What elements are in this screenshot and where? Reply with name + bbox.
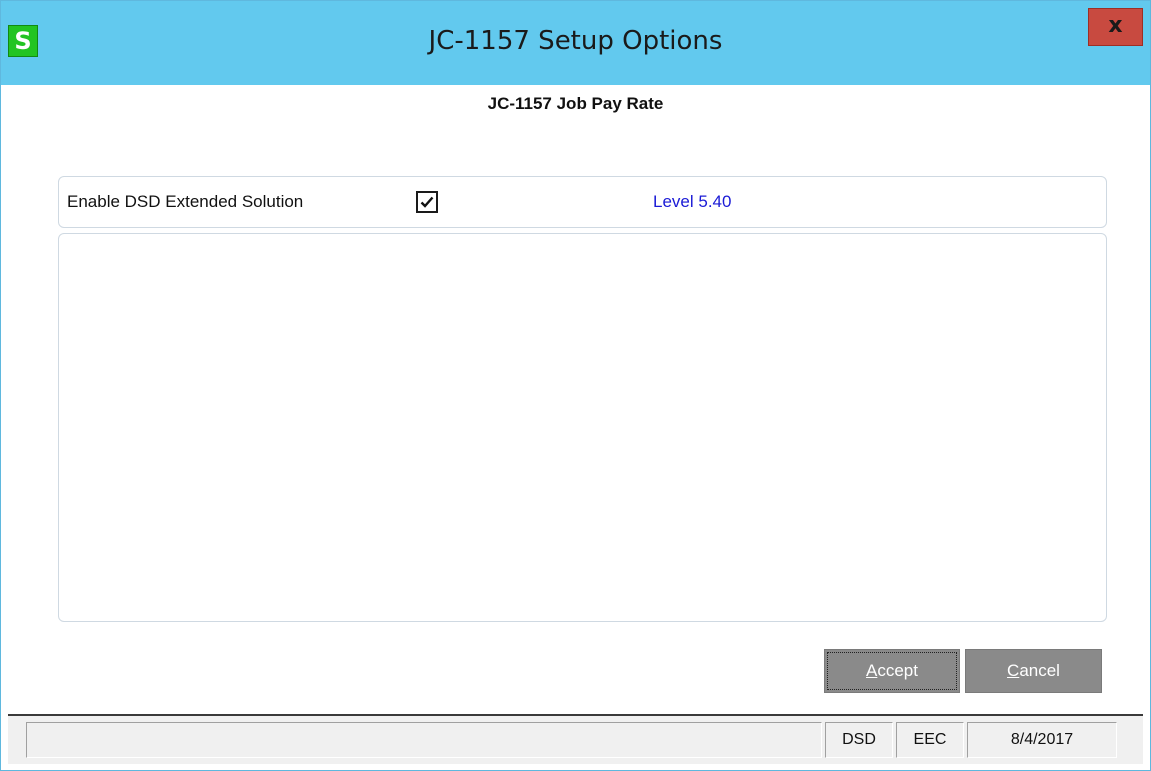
status-date: 8/4/2017 (967, 722, 1117, 758)
enable-extended-solution-label: Enable DSD Extended Solution (67, 192, 304, 211)
close-button[interactable]: x (1088, 8, 1143, 46)
title-bar[interactable]: S JC-1157 Setup Options x (1, 1, 1150, 85)
setup-options-window: S JC-1157 Setup Options x JC-1157 Job Pa… (0, 0, 1151, 771)
checkmark-icon (420, 196, 434, 208)
status-bar: DSD EEC 8/4/2017 (8, 714, 1143, 764)
options-panel (58, 233, 1107, 622)
dialog-body: JC-1157 Job Pay Rate Enable DSD Extended… (8, 85, 1143, 764)
accept-label: ccept (877, 661, 918, 680)
cancel-mnemonic: C (1007, 661, 1020, 680)
status-user: EEC (896, 722, 964, 758)
window-title: JC-1157 Setup Options (428, 26, 723, 56)
enable-panel: Enable DSD Extended Solution Level 5.40 (58, 176, 1107, 228)
status-message (26, 722, 822, 758)
status-company: DSD (825, 722, 893, 758)
cancel-button[interactable]: Cancel (965, 649, 1102, 693)
close-icon: x (1108, 13, 1123, 38)
level-text: Level 5.40 (653, 192, 732, 211)
enable-extended-solution-checkbox[interactable] (416, 191, 438, 213)
page-title: JC-1157 Job Pay Rate (487, 94, 664, 113)
accept-button[interactable]: Accept (824, 649, 960, 693)
accept-mnemonic: A (866, 661, 878, 680)
cancel-label: ancel (1019, 661, 1060, 680)
